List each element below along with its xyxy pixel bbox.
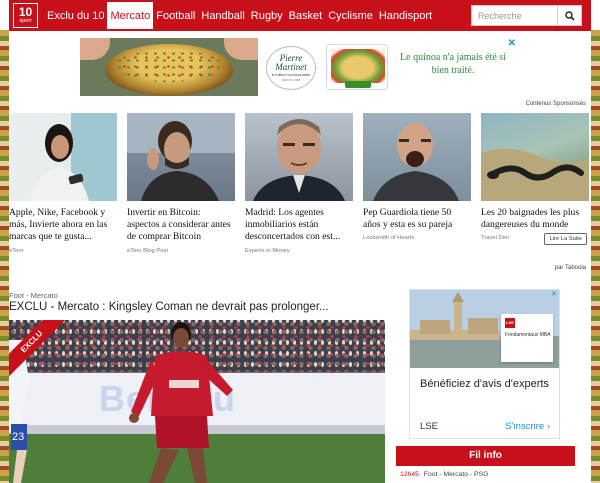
- side-food-strip-right: [591, 30, 600, 483]
- ad-brand-tagline: le traiteur incontournable: [271, 73, 311, 78]
- lse-logo: LSE: [505, 318, 515, 328]
- card-thumbnail: [9, 113, 117, 201]
- card-title: Apple, Nike, Facebook y más, Invierte ah…: [9, 207, 108, 243]
- card-thumbnail: [481, 113, 589, 201]
- card-source: Experts in Money: [245, 247, 290, 254]
- card-source: Locksmith of Hearts: [363, 235, 415, 242]
- ad-brand-logo: Pierre Martinet le traiteur incontournab…: [266, 46, 316, 90]
- side-ad-card-text: Fondamentaux MBA: [505, 332, 551, 338]
- ad-slogan: Le quinoa n'a jamais été si bien traité.: [400, 52, 506, 76]
- chevron-right-icon: ›: [546, 421, 550, 432]
- sponsored-card[interactable]: Invertir en Bitcoin: aspectos a consider…: [127, 113, 235, 263]
- ad-product-pack: [326, 44, 388, 90]
- side-ad-cta-label: S'inscrire: [505, 421, 545, 432]
- taboola-credit[interactable]: par Taboola: [555, 265, 586, 271]
- side-ad-brand: LSE: [420, 421, 438, 432]
- nav-item-handisport[interactable]: Handisport: [376, 0, 435, 31]
- ad-brand-since: DEPUIS 1968: [281, 78, 301, 83]
- card-thumbnail: [127, 113, 235, 201]
- ad-food-image: [80, 38, 258, 96]
- svg-text:23: 23: [12, 431, 24, 443]
- search-button[interactable]: [558, 5, 582, 26]
- search-icon: [564, 10, 575, 21]
- sponsored-card[interactable]: Pep Guardiola tiene 50 años y esta es su…: [363, 113, 471, 263]
- search-input[interactable]: [471, 5, 558, 26]
- players-illustration: 23: [9, 322, 233, 483]
- close-icon[interactable]: ✕: [508, 38, 516, 49]
- nav-item-cyclisme[interactable]: Cyclisme: [325, 0, 376, 31]
- side-ad-card: LSE Fondamentaux MBA: [501, 314, 553, 362]
- ad-product-label: [345, 81, 371, 88]
- card-source: eToro Blog Post: [127, 247, 168, 254]
- fil-info-item[interactable]: 12h45 Foot - Mercato - PSG: [396, 467, 575, 483]
- nav-item-basket[interactable]: Basket: [286, 0, 326, 31]
- side-ad[interactable]: ✕ LSE Fondamentaux MBA Bénéficiez d'avis…: [409, 289, 560, 439]
- ad-brand-line2: Martinet: [275, 62, 307, 72]
- ad-choices-icon[interactable]: ✕: [551, 290, 557, 298]
- fil-info-time: 12h45: [400, 471, 419, 478]
- search-bar: [471, 5, 582, 26]
- nav-item-handball[interactable]: Handball: [198, 0, 247, 31]
- ad-product-contents: [331, 49, 385, 83]
- card-source: eToro: [9, 247, 24, 254]
- sponsored-label: Contenus Sponsorisés: [525, 101, 586, 107]
- nav-item-mercato[interactable]: Mercato: [107, 0, 154, 31]
- card-thumbnail: [245, 113, 353, 201]
- card-title: Pep Guardiola tiene 50 años y esta es su…: [363, 207, 453, 231]
- card-title: Invertir en Bitcoin: aspectos a consider…: [127, 207, 231, 243]
- fil-info-header[interactable]: Fil info: [396, 446, 575, 466]
- logo-number: 10: [18, 5, 33, 20]
- nav-item-exclu[interactable]: Exclu du 10: [44, 0, 107, 31]
- side-food-strip-left: [0, 30, 9, 483]
- logo-word: sport: [19, 18, 32, 25]
- side-ad-footer: LSE S'inscrire ›: [420, 421, 550, 432]
- nav-item-football[interactable]: Football: [153, 0, 198, 31]
- card-title: Madrid: Los agentes inmobiliarios están …: [245, 207, 341, 243]
- nav-item-rugby[interactable]: Rugby: [248, 0, 286, 31]
- ad-hand-left: [80, 38, 110, 60]
- side-ad-headline: Bénéficiez d'avis d'experts: [420, 378, 549, 390]
- article-image[interactable]: Bei you 23 EXCLU: [9, 320, 385, 483]
- breadcrumb[interactable]: Foot - Mercato: [9, 291, 58, 300]
- nav-links: Exclu du 10 Mercato Football Handball Ru…: [44, 0, 435, 31]
- site-logo[interactable]: 10 sport: [13, 3, 38, 28]
- ad-salad: [115, 50, 223, 82]
- sponsored-card[interactable]: Les 20 baignades les plus dangereuses du…: [481, 113, 589, 263]
- side-ad-image: ✕ LSE Fondamentaux MBA: [410, 290, 559, 368]
- article-title[interactable]: EXCLU - Mercato : Kingsley Coman ne devr…: [9, 301, 329, 313]
- card-title: Les 20 baignades les plus dangereuses du…: [481, 207, 580, 231]
- top-nav: 10 sport Exclu du 10 Mercato Football Ha…: [9, 0, 591, 31]
- ad-banner[interactable]: Pierre Martinet le traiteur incontournab…: [80, 38, 520, 96]
- card-thumbnail: [363, 113, 471, 201]
- read-more-button[interactable]: Lire La Suite: [544, 233, 587, 245]
- sponsored-card[interactable]: Madrid: Los agentes inmobiliarios están …: [245, 113, 353, 263]
- side-ad-cta[interactable]: S'inscrire ›: [505, 421, 550, 432]
- ad-hand-right: [224, 38, 258, 60]
- sponsored-card[interactable]: Apple, Nike, Facebook y más, Invierte ah…: [9, 113, 117, 263]
- fil-info-text: Foot - Mercato - PSG: [423, 471, 489, 478]
- sponsored-cards: Apple, Nike, Facebook y más, Invierte ah…: [9, 113, 589, 263]
